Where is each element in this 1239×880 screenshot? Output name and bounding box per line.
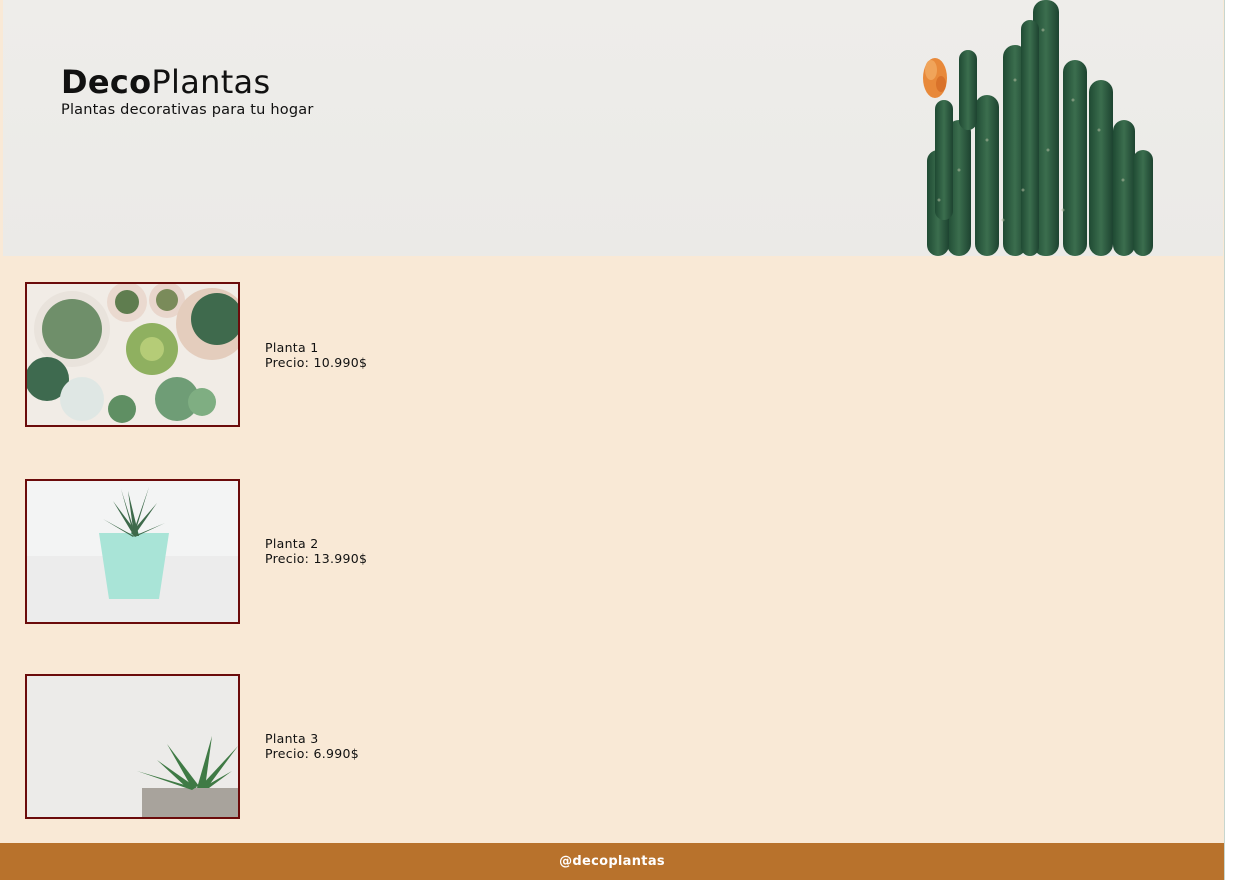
product-info-2: Planta 2 Precio: 13.990$: [265, 536, 367, 566]
brand-title-light: Plantas: [151, 63, 271, 101]
product-price-1: Precio: 10.990$: [265, 355, 368, 370]
hero-header: DecoPlantas Plantas decorativas para tu …: [3, 0, 1223, 256]
product-name-3: Planta 3: [265, 731, 319, 746]
product-price-3: Precio: 6.990$: [265, 746, 359, 761]
product-name-1: Planta 1: [265, 340, 319, 355]
succulent-mint-pot-image: [27, 481, 238, 622]
product-info-3: Planta 3 Precio: 6.990$: [265, 731, 359, 761]
product-card-2[interactable]: Planta 2 Precio: 13.990$: [25, 479, 925, 625]
footer: @decoplantas: [0, 843, 1224, 880]
brand-title-bold: Deco: [61, 63, 152, 101]
succulents-top-view-image: [27, 284, 238, 425]
footer-handle-link[interactable]: @decoplantas: [559, 854, 665, 869]
product-card-1[interactable]: Planta 1 Precio: 10.990$: [25, 282, 925, 428]
product-price-2: Precio: 13.990$: [265, 551, 368, 566]
product-info-1: Planta 1 Precio: 10.990$: [265, 340, 367, 370]
succulent-grey-pot-image: [27, 676, 238, 817]
brand: DecoPlantas Plantas decorativas para tu …: [61, 64, 313, 119]
product-image-2[interactable]: [25, 479, 240, 624]
product-name-2: Planta 2: [265, 536, 319, 551]
cactus-hero-image: [923, 0, 1153, 256]
product-card-3[interactable]: Planta 3 Precio: 6.990$: [25, 674, 925, 820]
product-image-3[interactable]: [25, 674, 240, 819]
brand-title: DecoPlantas: [61, 64, 313, 100]
product-image-1[interactable]: [25, 282, 240, 427]
brand-tagline: Plantas decorativas para tu hogar: [61, 102, 314, 118]
page-edge-divider: [1224, 0, 1225, 880]
